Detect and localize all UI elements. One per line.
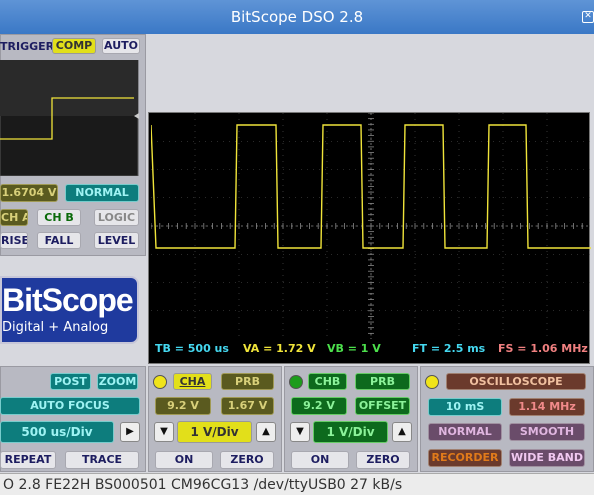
- chb-on-button[interactable]: ON: [291, 451, 349, 469]
- chb-zero-button[interactable]: ZERO: [356, 451, 410, 469]
- oscilloscope-button[interactable]: OSCILLOSCOPE: [446, 373, 586, 390]
- cha-indicator[interactable]: [153, 375, 167, 389]
- trigger-level-button[interactable]: LEVEL: [94, 232, 139, 249]
- cha-volts-div[interactable]: 1 V/Div: [177, 421, 252, 443]
- logo-name: BitScope: [2, 282, 134, 318]
- timebase-readout: TB = 500 us: [155, 342, 229, 355]
- trigger-rise-button[interactable]: RISE: [0, 232, 28, 249]
- status-text: O 2.8 FE22H BS000501 CM96CG13 /dev/ttyUS…: [3, 477, 403, 493]
- cha-up-icon[interactable]: ▲: [256, 422, 276, 442]
- zoom-button[interactable]: ZOOM: [97, 373, 138, 390]
- trigger-level-readout[interactable]: 1.6704 V: [0, 184, 58, 202]
- trigger-label: TRIGGER: [0, 40, 55, 53]
- wideband-button[interactable]: WIDE BAND: [509, 449, 585, 467]
- timebase-value[interactable]: 500 us/Div: [0, 421, 114, 443]
- chb-button[interactable]: CHB: [308, 373, 347, 390]
- auto-button[interactable]: AUTO: [102, 38, 140, 54]
- chb-range[interactable]: 9.2 V: [291, 397, 347, 415]
- autofocus-button[interactable]: AUTO FOCUS: [0, 397, 140, 415]
- chb-probe-button[interactable]: PRB: [355, 373, 410, 390]
- cha-probe-button[interactable]: PRB: [221, 373, 274, 390]
- normal-button[interactable]: NORMAL: [428, 423, 502, 441]
- cha-offset[interactable]: 1.67 V: [221, 397, 274, 415]
- trigger-cha-button[interactable]: CH A: [0, 209, 28, 226]
- scope-display[interactable]: TB = 500 us VA = 1.72 V VB = 1 V FT = 2.…: [148, 112, 591, 364]
- chb-down-icon[interactable]: ▼: [290, 422, 310, 442]
- smooth-button[interactable]: SMOOTH: [509, 423, 585, 441]
- window-title: BitScope DSO 2.8: [230, 8, 364, 26]
- chb-volts-div[interactable]: 1 V/Div: [313, 421, 388, 443]
- fs-readout: FS = 1.06 MHz: [498, 342, 588, 355]
- cha-on-button[interactable]: ON: [155, 451, 213, 469]
- trigger-preview: [0, 60, 139, 176]
- post-button[interactable]: POST: [50, 373, 91, 390]
- cha-down-icon[interactable]: ▼: [154, 422, 174, 442]
- trace-button[interactable]: TRACE: [65, 451, 139, 469]
- chb-offset[interactable]: OFFSET: [355, 397, 410, 415]
- ft-readout: FT = 2.5 ms: [412, 342, 486, 355]
- trigger-mode-button[interactable]: NORMAL: [65, 184, 139, 202]
- timebase-next-icon[interactable]: ▶: [120, 422, 140, 442]
- bitscope-logo: BitScope Digital + Analog: [0, 276, 139, 344]
- va-readout: VA = 1.72 V: [243, 342, 316, 355]
- chb-up-icon[interactable]: ▲: [392, 422, 412, 442]
- cha-button[interactable]: CHA: [173, 373, 212, 390]
- sample-rate-value[interactable]: 1.14 MHz: [509, 398, 585, 416]
- repeat-button[interactable]: REPEAT: [0, 451, 56, 469]
- mode-indicator[interactable]: [425, 375, 439, 389]
- recorder-button[interactable]: RECORDER: [428, 449, 502, 467]
- status-bar: O 2.8 FE22H BS000501 CM96CG13 /dev/ttyUS…: [0, 473, 594, 495]
- chb-indicator[interactable]: [289, 375, 303, 389]
- comp-button[interactable]: COMP: [52, 38, 96, 54]
- title-bar: BitScope DSO 2.8 ✕: [0, 0, 594, 34]
- vb-readout: VB = 1 V: [327, 342, 381, 355]
- scope-graticule: [151, 113, 591, 339]
- trigger-fall-button[interactable]: FALL: [37, 232, 81, 249]
- trigger-logic-button[interactable]: LOGIC: [94, 209, 139, 226]
- cha-zero-button[interactable]: ZERO: [220, 451, 274, 469]
- duration-value[interactable]: 10 mS: [428, 398, 502, 416]
- cha-range[interactable]: 9.2 V: [155, 397, 211, 415]
- trigger-chb-button[interactable]: CH B: [37, 209, 81, 226]
- close-icon[interactable]: ✕: [582, 11, 594, 23]
- logo-tagline: Digital + Analog: [2, 320, 109, 335]
